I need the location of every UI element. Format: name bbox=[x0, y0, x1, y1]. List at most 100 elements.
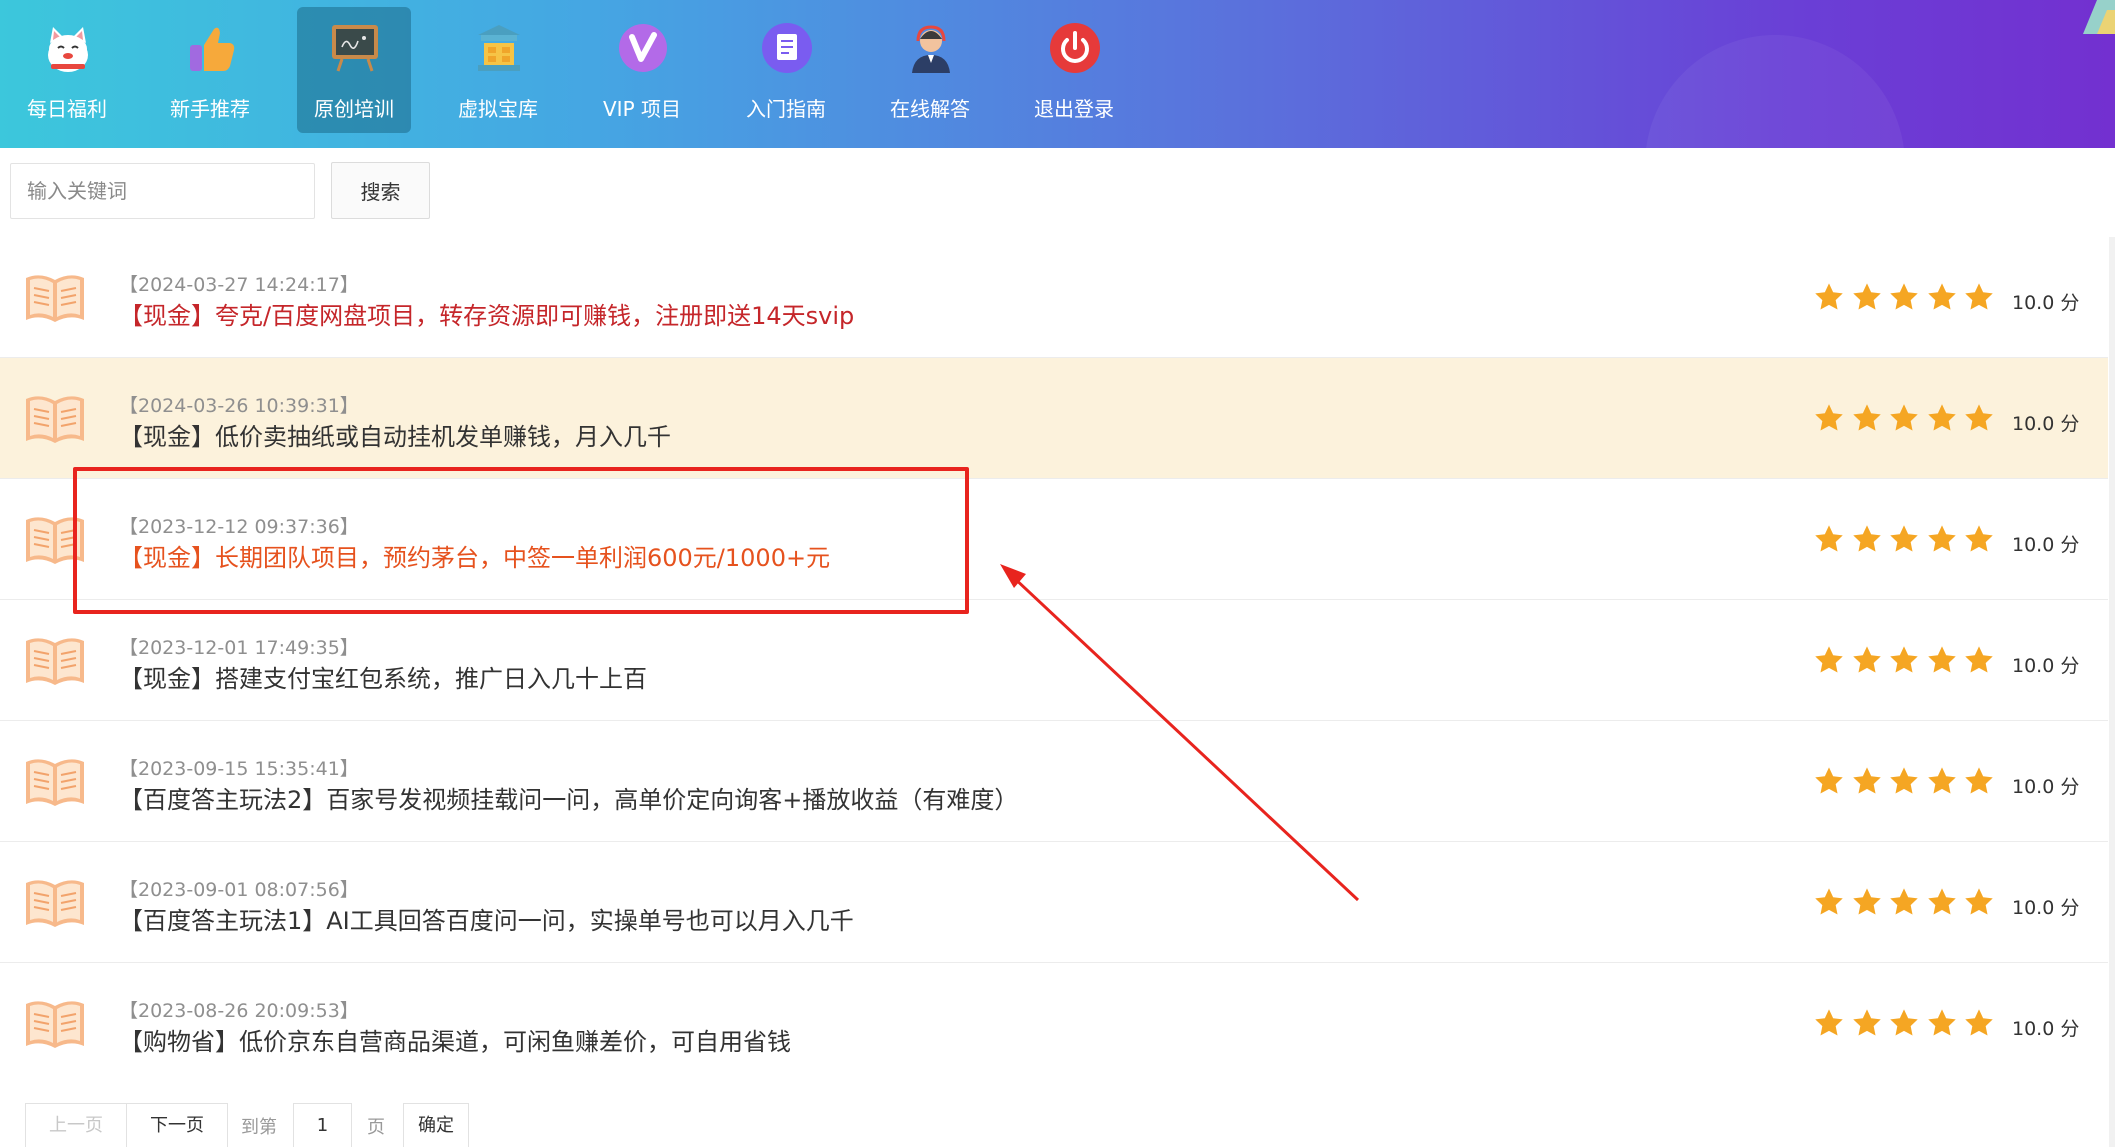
article-row: 【2023-12-01 17:49:35】 【现金】搭建支付宝红包系统，推广日入… bbox=[0, 600, 2108, 721]
nav-item-online-answers[interactable]: 在线解答 bbox=[873, 7, 987, 133]
star-icon bbox=[1890, 404, 1918, 431]
article-date: 【2024-03-26 10:39:31】 bbox=[119, 395, 359, 417]
confirm-page-button[interactable]: 确定 bbox=[403, 1103, 469, 1147]
star-icon bbox=[1890, 646, 1918, 673]
article-row: 【2023-09-15 15:35:41】 【百度答主玩法2】百家号发视频挂载问… bbox=[0, 721, 2108, 842]
star-icon bbox=[1927, 283, 1956, 310]
star-icon bbox=[1927, 646, 1956, 673]
article-title-link[interactable]: 【现金】长期团队项目，预约茅台，中签一单利润600元/1000+元 bbox=[119, 538, 830, 573]
nav-item-newbie-recommend[interactable]: 新手推荐 bbox=[153, 7, 267, 133]
page-unit-label: 页 bbox=[367, 1117, 385, 1138]
article-title-link[interactable]: 【百度答主玩法2】百家号发视频挂载问一问，高单价定向询客+播放收益（有难度） bbox=[119, 780, 1018, 815]
article-title-link[interactable]: 【百度答主玩法1】AI工具回答百度问一问，实操单号也可以月入几千 bbox=[119, 901, 854, 936]
star-icon bbox=[1965, 646, 1993, 673]
star-icon bbox=[1852, 888, 1881, 915]
search-button[interactable]: 搜索 bbox=[331, 162, 430, 219]
article-score: 10.0 分 bbox=[2012, 776, 2080, 798]
open-book-icon bbox=[24, 514, 86, 566]
article-date: 【2023-09-01 08:07:56】 bbox=[119, 879, 359, 901]
article-row: 【2024-03-26 10:39:31】 【现金】低价卖抽纸或自动挂机发单赚钱… bbox=[0, 358, 2108, 479]
article-score: 10.0 分 bbox=[2012, 897, 2080, 919]
search-input[interactable] bbox=[10, 163, 315, 219]
power-icon bbox=[1050, 23, 1100, 73]
star-icon bbox=[1815, 646, 1843, 673]
treasure-bank-icon bbox=[478, 25, 520, 71]
top-nav-bar: 每日福利 新手推荐 原创培训 虚拟宝库 VIP 项目 入门指南 在线解答 退出登… bbox=[0, 0, 2115, 148]
header-decoration bbox=[1645, 35, 1905, 148]
star-icon bbox=[1852, 646, 1881, 673]
article-score: 10.0 分 bbox=[2012, 413, 2080, 435]
article-title-link[interactable]: 【现金】夸克/百度网盘项目，转存资源即可赚钱，注册即送14天svip bbox=[119, 296, 854, 331]
nav-item-logout[interactable]: 退出登录 bbox=[1017, 7, 1131, 133]
scrollbar-track[interactable] bbox=[2109, 237, 2115, 1147]
nav-label: 新手推荐 bbox=[170, 97, 250, 121]
vip-badge-icon bbox=[619, 24, 667, 72]
article-title-link[interactable]: 【购物省】低价京东自营商品渠道，可闲鱼赚差价，可自用省钱 bbox=[119, 1022, 791, 1057]
star-icon bbox=[1927, 767, 1956, 794]
star-icon bbox=[1852, 283, 1881, 310]
star-icon bbox=[1890, 525, 1918, 552]
star-icon bbox=[1965, 767, 1993, 794]
article-row: 【2023-08-26 20:09:53】 【购物省】低价京东自营商品渠道，可闲… bbox=[0, 963, 2108, 1084]
star-icon bbox=[1815, 888, 1843, 915]
article-list: 【2024-03-27 14:24:17】 【现金】夸克/百度网盘项目，转存资源… bbox=[0, 237, 2108, 1084]
nav-label: VIP 项目 bbox=[603, 97, 681, 121]
star-icon bbox=[1890, 283, 1918, 310]
article-date: 【2023-08-26 20:09:53】 bbox=[119, 1000, 359, 1022]
open-book-icon bbox=[24, 998, 86, 1050]
lucky-cat-icon bbox=[48, 27, 88, 72]
article-title-link[interactable]: 【现金】低价卖抽纸或自动挂机发单赚钱，月入几千 bbox=[119, 417, 671, 452]
prev-page-button[interactable]: 上一页 bbox=[25, 1103, 127, 1147]
star-icon bbox=[1815, 283, 1843, 310]
thumbs-up-icon bbox=[190, 27, 235, 72]
article-row: 【2024-03-27 14:24:17】 【现金】夸克/百度网盘项目，转存资源… bbox=[0, 237, 2108, 358]
article-row: 【2023-09-01 08:07:56】 【百度答主玩法1】AI工具回答百度问… bbox=[0, 842, 2108, 963]
open-book-icon bbox=[24, 877, 86, 929]
article-score: 10.0 分 bbox=[2012, 1018, 2080, 1040]
nav-item-original-training[interactable]: 原创培训 bbox=[297, 7, 411, 133]
nav-label: 入门指南 bbox=[746, 97, 826, 121]
star-icon bbox=[1815, 1009, 1843, 1036]
article-date: 【2024-03-27 14:24:17】 bbox=[119, 274, 359, 296]
open-book-icon bbox=[24, 272, 86, 324]
open-book-icon bbox=[24, 756, 86, 808]
support-agent-icon bbox=[912, 25, 950, 73]
star-icon bbox=[1965, 283, 1993, 310]
nav-label: 虚拟宝库 bbox=[458, 97, 538, 121]
goto-label: 到第 bbox=[241, 1117, 277, 1138]
article-score: 10.0 分 bbox=[2012, 534, 2080, 556]
nav-item-getting-started[interactable]: 入门指南 bbox=[729, 7, 843, 133]
corner-logo-icon bbox=[2083, 0, 2115, 34]
nav-item-daily-welfare[interactable]: 每日福利 bbox=[10, 7, 124, 133]
next-page-button[interactable]: 下一页 bbox=[126, 1103, 228, 1147]
document-icon bbox=[762, 23, 812, 73]
nav-item-virtual-treasury[interactable]: 虚拟宝库 bbox=[441, 7, 555, 133]
article-title-link[interactable]: 【现金】搭建支付宝红包系统，推广日入几十上百 bbox=[119, 659, 647, 694]
star-icon bbox=[1815, 525, 1843, 552]
star-icon bbox=[1890, 767, 1918, 794]
star-icon bbox=[1965, 1009, 1993, 1036]
blackboard-icon bbox=[332, 25, 378, 72]
star-icon bbox=[1852, 525, 1881, 552]
nav-label: 在线解答 bbox=[890, 97, 970, 121]
article-date: 【2023-12-12 09:37:36】 bbox=[119, 516, 359, 538]
nav-label: 每日福利 bbox=[27, 97, 107, 121]
open-book-icon bbox=[24, 393, 86, 445]
article-score: 10.0 分 bbox=[2012, 655, 2080, 677]
article-score: 10.0 分 bbox=[2012, 292, 2080, 314]
nav-label: 原创培训 bbox=[314, 97, 394, 121]
article-date: 【2023-12-01 17:49:35】 bbox=[119, 637, 359, 659]
nav-label: 退出登录 bbox=[1034, 97, 1114, 121]
page-number-input[interactable]: 1 bbox=[293, 1103, 352, 1147]
star-icon bbox=[1927, 888, 1956, 915]
star-icon bbox=[1965, 525, 1993, 552]
star-icon bbox=[1890, 888, 1918, 915]
star-icon bbox=[1852, 767, 1881, 794]
star-icon bbox=[1852, 404, 1881, 431]
star-icon bbox=[1815, 404, 1843, 431]
star-icon bbox=[1852, 1009, 1881, 1036]
page-root: 每日福利 新手推荐 原创培训 虚拟宝库 VIP 项目 入门指南 在线解答 退出登… bbox=[0, 0, 2115, 1147]
article-row: 【2023-12-12 09:37:36】 【现金】长期团队项目，预约茅台，中签… bbox=[0, 479, 2108, 600]
nav-item-vip-projects[interactable]: VIP 项目 bbox=[585, 7, 699, 133]
star-icon bbox=[1965, 404, 1993, 431]
